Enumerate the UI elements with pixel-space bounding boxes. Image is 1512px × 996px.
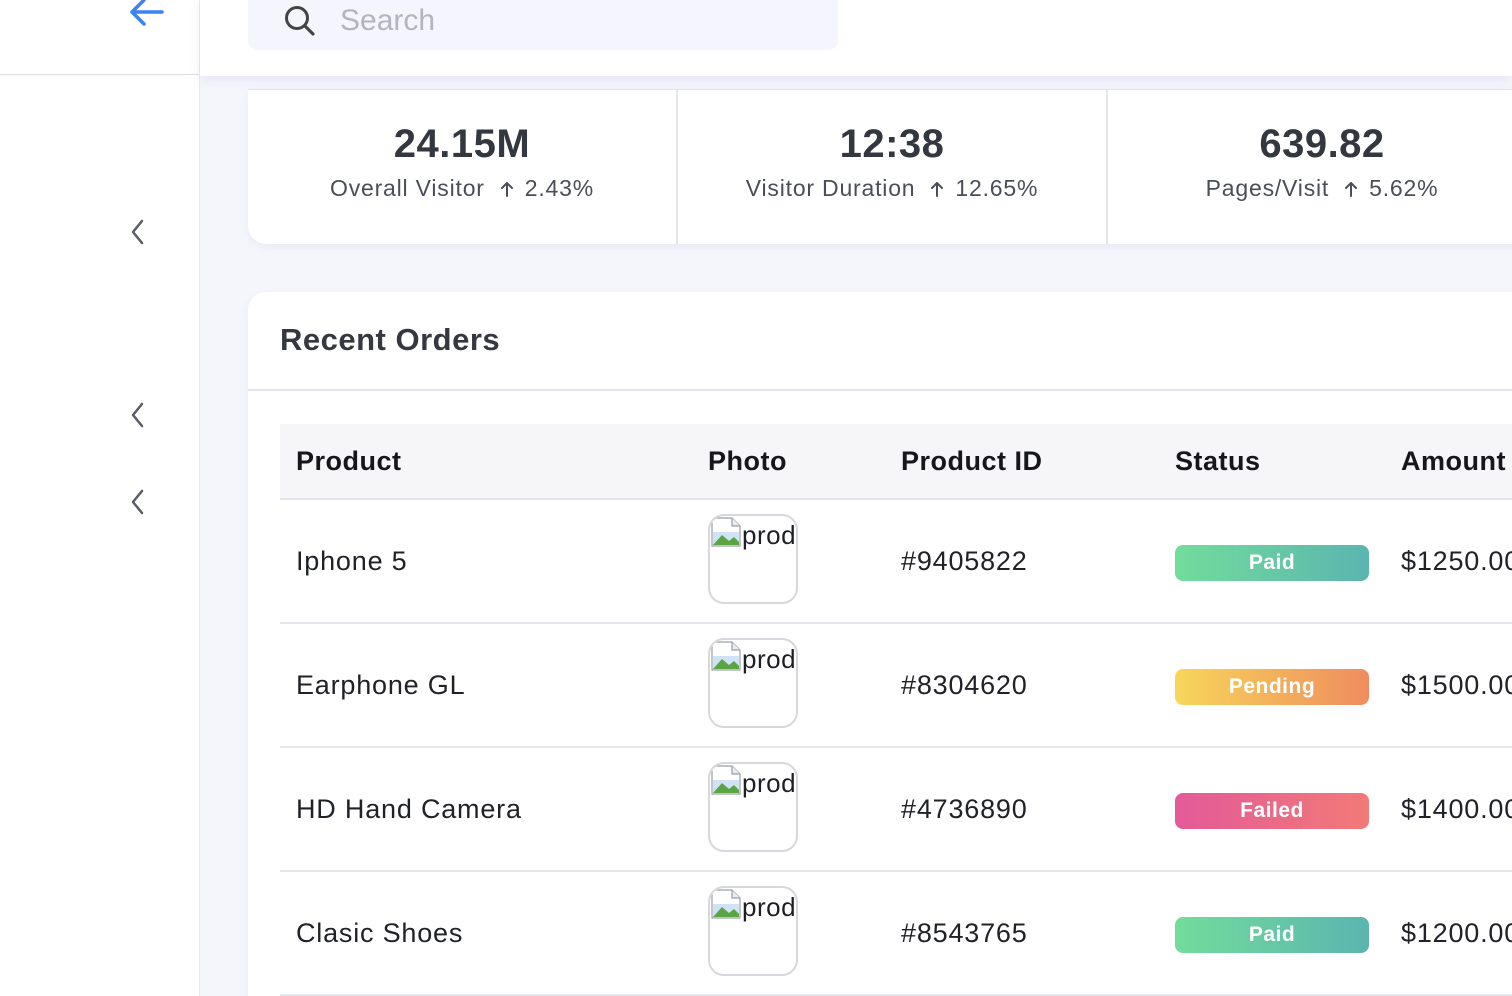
chevron-left-icon[interactable] [128, 218, 148, 246]
stat-change: 5.62% [1369, 175, 1439, 201]
product-name: Earphone GL [296, 669, 466, 700]
status-cell: Pending [1175, 667, 1369, 705]
photo-alt-text: product [742, 644, 797, 674]
table-row[interactable]: Iphone 5 product #9405822 Paid $1250.00 [280, 500, 1512, 624]
product-id: #8543765 [901, 917, 1028, 948]
stat-label: Overall Visitor [330, 175, 485, 201]
sidebar [0, 0, 200, 996]
table-header-row: Product Photo Product ID Status Amount [280, 424, 1512, 500]
broken-image-icon [711, 517, 741, 547]
column-header-amount[interactable]: Amount [1401, 446, 1506, 477]
stats-card: 24.15M Overall Visitor 2.43% 12:38 Visit… [248, 89, 1512, 244]
product-name: Clasic Shoes [296, 917, 464, 948]
order-amount: $1200.00 [1401, 917, 1512, 948]
product-photo: product [708, 514, 798, 604]
status-badge: Failed [1175, 793, 1369, 829]
order-amount: $1400.00 [1401, 793, 1512, 824]
table-row[interactable]: HD Hand Camera product #4736890 Failed $… [280, 748, 1512, 872]
chevron-left-icon[interactable] [128, 401, 148, 429]
search-icon [285, 6, 315, 36]
arrow-up-icon [1345, 181, 1358, 197]
stat-value: 639.82 [1259, 122, 1385, 166]
chevron-left-icon[interactable] [128, 488, 148, 516]
column-header-status[interactable]: Status [1175, 446, 1261, 477]
product-photo: product [708, 762, 798, 852]
product-photo: product [708, 886, 798, 976]
recent-orders-card: Recent Orders Product Photo Product ID S… [248, 292, 1512, 996]
product-id: #9405822 [901, 545, 1028, 576]
product-id: #8304620 [901, 669, 1028, 700]
status-badge: Pending [1175, 669, 1369, 705]
product-photo-cell: product [708, 762, 798, 854]
card-header: Recent Orders [248, 292, 1512, 391]
stat-caption: Visitor Duration 12.65% [678, 175, 1106, 202]
table-row[interactable]: Earphone GL product #8304620 Pending $15… [280, 624, 1512, 748]
stat-value: 24.15M [393, 122, 531, 166]
product-photo-cell: product [708, 514, 798, 606]
broken-image-icon [711, 765, 741, 795]
stat-label: Pages/Visit [1205, 175, 1330, 201]
arrow-left-icon[interactable] [128, 0, 166, 28]
product-name: HD Hand Camera [296, 793, 522, 824]
arrow-up-icon [931, 181, 944, 197]
status-cell: Paid [1175, 915, 1369, 953]
stat-label: Visitor Duration [745, 175, 916, 201]
photo-alt-text: product [742, 892, 797, 922]
stat-pages-visit: 639.82 Pages/Visit 5.62% [1108, 90, 1512, 244]
column-header-photo[interactable]: Photo [708, 446, 787, 477]
stat-value: 12:38 [839, 122, 945, 166]
stat-change: 12.65% [955, 175, 1039, 201]
stat-overall-visitor: 24.15M Overall Visitor 2.43% [248, 90, 678, 244]
stat-change: 2.43% [524, 175, 594, 201]
broken-image-icon [711, 889, 741, 919]
stat-caption: Pages/Visit 5.62% [1108, 175, 1512, 202]
orders-table: Product Photo Product ID Status Amount I… [280, 424, 1512, 996]
order-amount: $1250.00 [1401, 545, 1512, 576]
search-input[interactable] [340, 4, 780, 38]
photo-alt-text: product [742, 520, 797, 550]
product-id: #4736890 [901, 793, 1028, 824]
stat-caption: Overall Visitor 2.43% [248, 175, 676, 202]
table-row[interactable]: Clasic Shoes product #8543765 Paid $1200… [280, 872, 1512, 996]
column-header-product-id[interactable]: Product ID [901, 446, 1043, 477]
status-badge: Paid [1175, 917, 1369, 953]
top-header [200, 0, 1512, 76]
order-amount: $1500.00 [1401, 669, 1512, 700]
status-cell: Paid [1175, 543, 1369, 581]
card-title: Recent Orders [280, 321, 501, 357]
status-badge: Paid [1175, 545, 1369, 581]
arrow-up-icon [500, 181, 513, 197]
sidebar-header [0, 0, 199, 75]
product-photo: product [708, 638, 798, 728]
photo-alt-text: product [742, 768, 797, 798]
broken-image-icon [711, 641, 741, 671]
search-box[interactable] [248, 0, 838, 50]
column-header-product[interactable]: Product [296, 446, 402, 477]
stat-visitor-duration: 12:38 Visitor Duration 12.65% [678, 90, 1108, 244]
product-photo-cell: product [708, 886, 798, 978]
status-cell: Failed [1175, 791, 1369, 829]
product-name: Iphone 5 [296, 545, 408, 576]
product-photo-cell: product [708, 638, 798, 730]
